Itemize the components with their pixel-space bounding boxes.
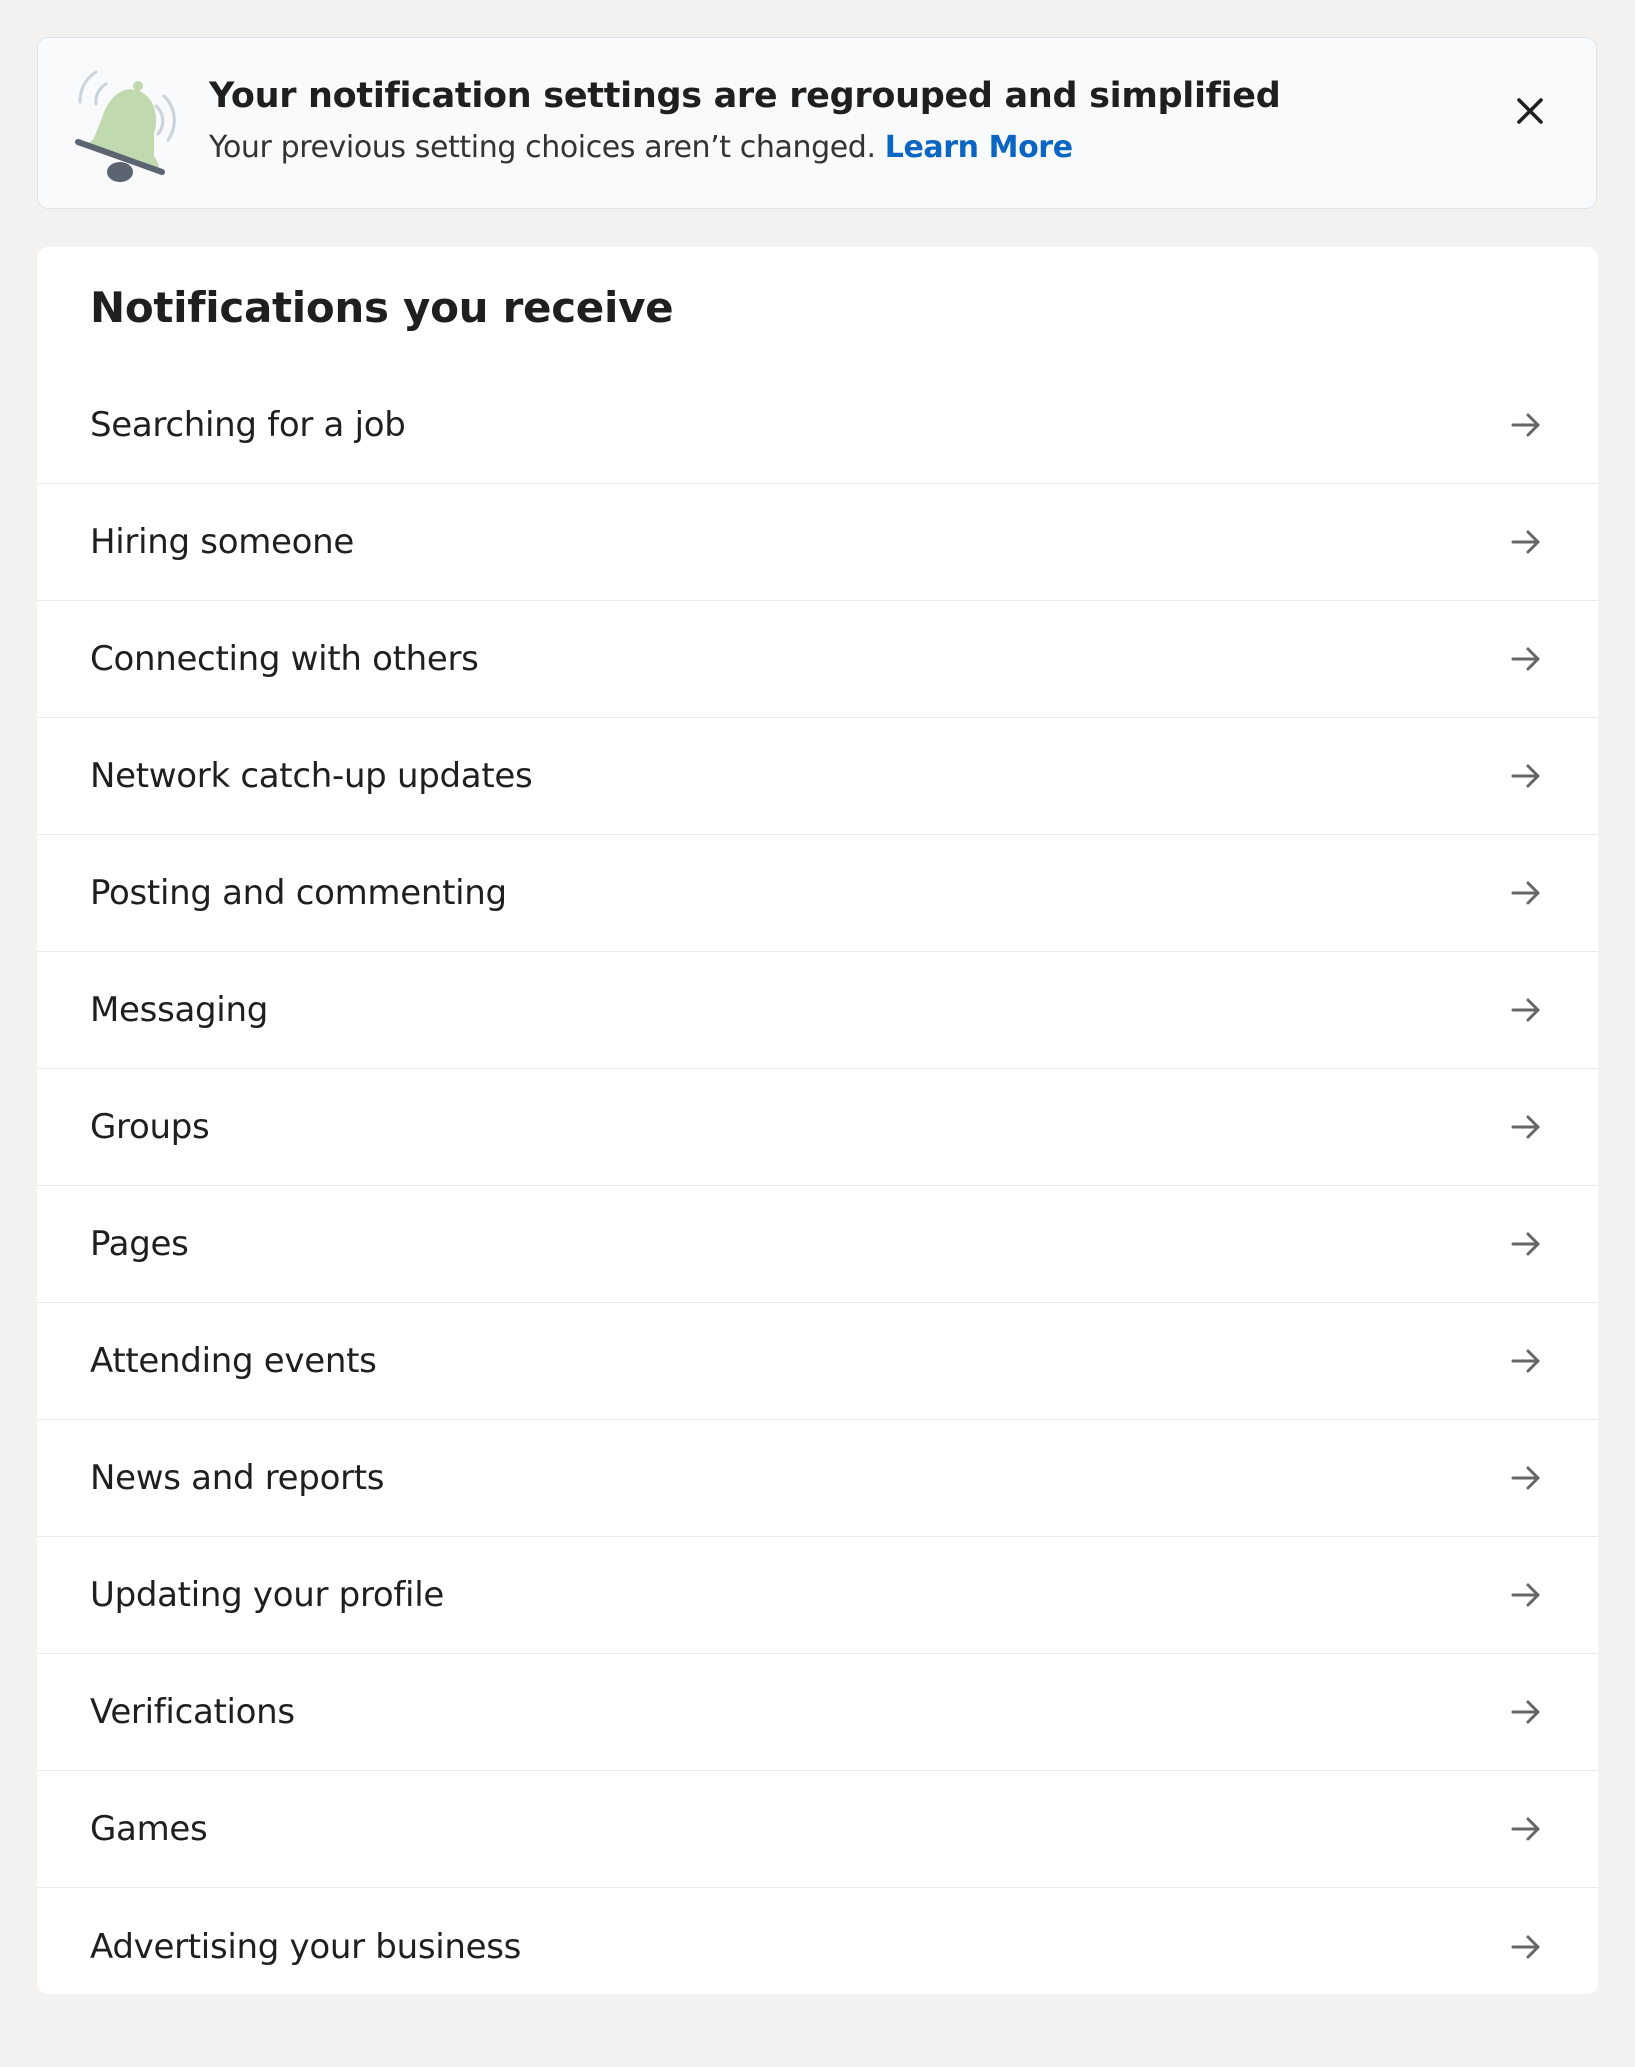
notification-category-row[interactable]: News and reports: [37, 1420, 1598, 1537]
notification-category-label: Verifications: [90, 1692, 295, 1732]
arrow-right-icon: [1511, 1700, 1540, 1724]
arrow-right-icon: [1511, 647, 1540, 671]
notification-category-row[interactable]: Verifications: [37, 1654, 1598, 1771]
arrow-right-icon: [1511, 1817, 1540, 1841]
arrow-right-icon: [1511, 530, 1540, 554]
notification-category-row[interactable]: Groups: [37, 1069, 1598, 1186]
close-icon: [1517, 98, 1543, 124]
notification-category-row[interactable]: Network catch-up updates: [37, 718, 1598, 835]
notification-category-label: Groups: [90, 1107, 210, 1147]
notification-category-row[interactable]: Hiring someone: [37, 484, 1598, 601]
notification-category-label: Attending events: [90, 1341, 377, 1381]
notification-category-row[interactable]: Messaging: [37, 952, 1598, 1069]
arrow-right-icon: [1511, 998, 1540, 1022]
notification-category-row[interactable]: Games: [37, 1771, 1598, 1888]
notification-category-row[interactable]: Pages: [37, 1186, 1598, 1303]
bell-slash-icon: [75, 70, 176, 182]
notification-category-row[interactable]: Posting and commenting: [37, 835, 1598, 952]
notification-category-row[interactable]: Advertising your business: [37, 1888, 1598, 1994]
notification-category-label: Advertising your business: [90, 1926, 522, 1967]
arrow-right-icon: [1511, 1115, 1540, 1139]
notification-category-label: Messaging: [90, 990, 268, 1030]
notification-category-label: Games: [90, 1809, 208, 1849]
banner-subtitle-text: Your previous setting choices aren’t cha…: [209, 130, 876, 165]
arrow-right-icon: [1511, 413, 1540, 437]
arrow-right-icon: [1511, 881, 1540, 905]
notification-category-row[interactable]: Searching for a job: [37, 367, 1598, 484]
notification-category-label: Connecting with others: [90, 639, 479, 679]
arrow-right-icon: [1511, 1349, 1540, 1373]
notification-category-list: Searching for a job Hiring someone Conne…: [37, 367, 1598, 1994]
notification-category-row[interactable]: Attending events: [37, 1303, 1598, 1420]
notification-category-label: Updating your profile: [90, 1575, 444, 1615]
notification-category-row[interactable]: Updating your profile: [37, 1537, 1598, 1654]
learn-more-link[interactable]: Learn More: [885, 130, 1073, 165]
notification-category-row[interactable]: Connecting with others: [37, 601, 1598, 718]
notification-category-label: Searching for a job: [90, 405, 406, 445]
notification-category-label: Pages: [90, 1224, 189, 1264]
arrow-right-icon: [1511, 1232, 1540, 1256]
arrow-right-icon: [1511, 1466, 1540, 1490]
banner-title: Your notification settings are regrouped…: [209, 76, 1281, 116]
close-button[interactable]: [1501, 82, 1559, 140]
notifications-card: Notifications you receive Searching for …: [37, 247, 1598, 1994]
notification-category-label: News and reports: [90, 1458, 385, 1498]
arrow-right-icon: [1511, 1583, 1540, 1607]
section-title: Notifications you receive: [90, 283, 674, 332]
notification-category-label: Network catch-up updates: [90, 756, 533, 796]
notification-category-label: Hiring someone: [90, 522, 354, 562]
banner-subtitle: Your previous setting choices aren’t cha…: [209, 130, 1073, 165]
arrow-right-icon: [1511, 764, 1540, 788]
notification-banner: Your notification settings are regrouped…: [37, 37, 1597, 209]
notification-category-label: Posting and commenting: [90, 873, 507, 913]
arrow-right-icon: [1511, 1935, 1540, 1958]
